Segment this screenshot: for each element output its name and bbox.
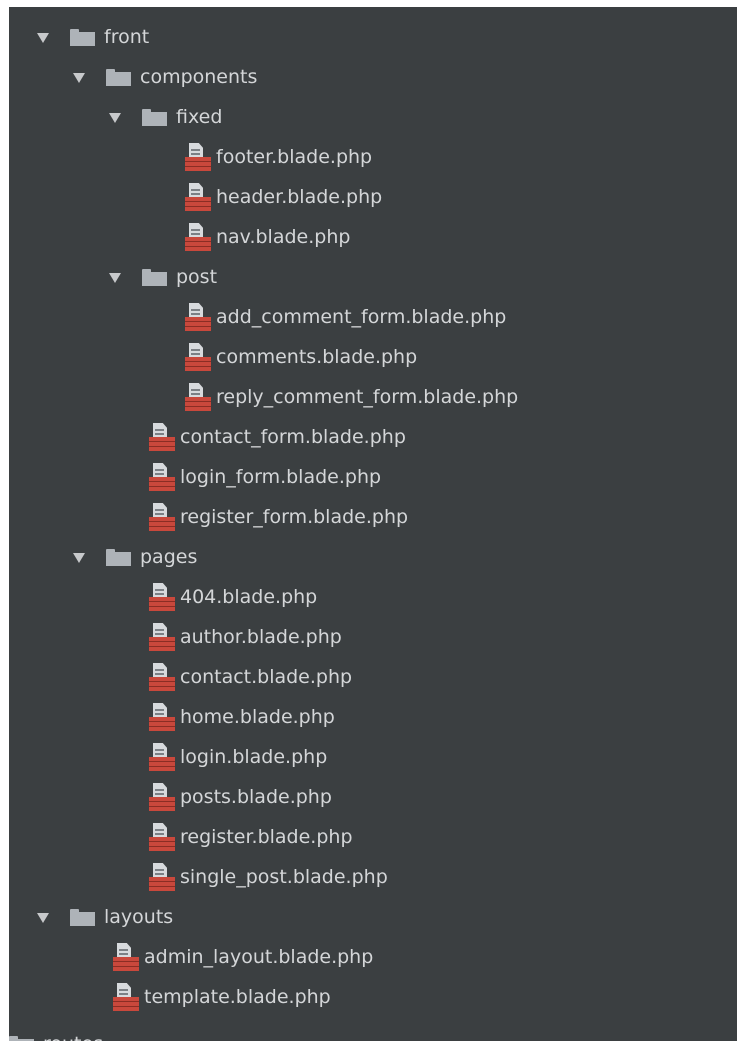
tree-label: login_form.blade.php bbox=[180, 466, 382, 488]
blade-file-icon bbox=[185, 303, 211, 331]
tree-folder-row[interactable]: front bbox=[37, 17, 149, 57]
blade-file-icon bbox=[149, 783, 175, 811]
tree-label: author.blade.php bbox=[180, 626, 342, 648]
tree-file-row[interactable]: contact_form.blade.php bbox=[149, 417, 406, 457]
tree-label: fixed bbox=[176, 106, 223, 128]
tree-file-row[interactable]: home.blade.php bbox=[149, 697, 335, 737]
project-tree: routes front components fixed footer.blade.… bbox=[9, 7, 737, 1041]
tree-label: reply_comment_form.blade.php bbox=[216, 386, 519, 408]
tree-file-row[interactable]: nav.blade.php bbox=[185, 217, 350, 257]
expand-arrow-icon[interactable] bbox=[109, 273, 121, 283]
blade-file-icon bbox=[185, 143, 211, 171]
expand-arrow-icon[interactable] bbox=[37, 33, 49, 43]
blade-file-icon bbox=[149, 863, 175, 891]
blade-file-icon bbox=[149, 463, 175, 491]
blade-file-icon bbox=[149, 623, 175, 651]
tree-label: layouts bbox=[104, 906, 174, 928]
blade-file-icon bbox=[185, 183, 211, 211]
expand-arrow-icon[interactable] bbox=[37, 913, 49, 923]
tree-file-row[interactable]: single_post.blade.php bbox=[149, 857, 388, 897]
blade-file-icon bbox=[185, 383, 211, 411]
tree-file-row[interactable]: add_comment_form.blade.php bbox=[185, 297, 506, 337]
blade-file-icon bbox=[149, 703, 175, 731]
tree-label: add_comment_form.blade.php bbox=[216, 306, 507, 328]
tree-label: footer.blade.php bbox=[216, 146, 373, 168]
tree-label: posts.blade.php bbox=[180, 786, 332, 808]
tree-file-row[interactable]: author.blade.php bbox=[149, 617, 342, 657]
folder-icon bbox=[142, 268, 167, 286]
folder-icon bbox=[142, 108, 167, 126]
tree-file-row[interactable]: header.blade.php bbox=[185, 177, 382, 217]
blade-file-icon bbox=[149, 583, 175, 611]
tree-file-row[interactable]: comments.blade.php bbox=[185, 337, 417, 377]
blade-file-icon bbox=[149, 663, 175, 691]
tree-file-row[interactable]: footer.blade.php bbox=[185, 137, 372, 177]
tree-folder-row[interactable]: layouts bbox=[37, 897, 173, 937]
tree-label: template.blade.php bbox=[144, 986, 331, 1008]
blade-file-icon bbox=[113, 943, 139, 971]
folder-icon bbox=[70, 908, 95, 926]
tree-label: contact_form.blade.php bbox=[180, 426, 406, 448]
blade-file-icon bbox=[149, 503, 175, 531]
blade-file-icon bbox=[149, 823, 175, 851]
tree-label: front bbox=[104, 26, 150, 48]
tree-folder-row[interactable]: pages bbox=[73, 537, 197, 577]
blade-file-icon bbox=[185, 223, 211, 251]
folder-icon bbox=[9, 1035, 34, 1041]
tree-label: login.blade.php bbox=[180, 746, 328, 768]
tree-label: routes bbox=[43, 1024, 103, 1041]
expand-arrow-icon[interactable] bbox=[73, 73, 85, 83]
tree-folder-row[interactable]: components bbox=[73, 57, 257, 97]
blade-file-icon bbox=[185, 343, 211, 371]
tree-label: comments.blade.php bbox=[216, 346, 418, 368]
expand-arrow-icon[interactable] bbox=[73, 553, 85, 563]
blade-file-icon bbox=[149, 423, 175, 451]
tree-file-row[interactable]: reply_comment_form.blade.php bbox=[185, 377, 518, 417]
tree-file-row[interactable]: register.blade.php bbox=[149, 817, 353, 857]
tree-label: register.blade.php bbox=[180, 826, 353, 848]
blade-file-icon bbox=[113, 983, 139, 1011]
expand-arrow-icon[interactable] bbox=[109, 113, 121, 123]
tree-label: nav.blade.php bbox=[216, 226, 351, 248]
tree-file-row[interactable]: posts.blade.php bbox=[149, 777, 332, 817]
tree-label: header.blade.php bbox=[216, 186, 383, 208]
tree-label: single_post.blade.php bbox=[180, 866, 388, 888]
tree-file-row[interactable]: login_form.blade.php bbox=[149, 457, 381, 497]
tree-file-row[interactable]: template.blade.php bbox=[113, 977, 331, 1017]
tree-file-row[interactable]: login.blade.php bbox=[149, 737, 327, 777]
tree-label: admin_layout.blade.php bbox=[144, 946, 374, 968]
folder-icon bbox=[106, 548, 131, 566]
tree-row-routes-partial[interactable]: routes bbox=[9, 1024, 103, 1041]
tree-label: register_form.blade.php bbox=[180, 506, 409, 528]
tree-label: contact.blade.php bbox=[180, 666, 353, 688]
tree-label: pages bbox=[140, 546, 198, 568]
tree-label: 404.blade.php bbox=[180, 586, 318, 608]
tree-folder-row[interactable]: post bbox=[109, 257, 217, 297]
tree-file-row[interactable]: 404.blade.php bbox=[149, 577, 317, 617]
tree-file-row[interactable]: register_form.blade.php bbox=[149, 497, 408, 537]
blade-file-icon bbox=[149, 743, 175, 771]
tree-label: home.blade.php bbox=[180, 706, 335, 728]
tree-file-row[interactable]: admin_layout.blade.php bbox=[113, 937, 373, 977]
tree-label: post bbox=[176, 266, 218, 288]
tree-file-row[interactable]: contact.blade.php bbox=[149, 657, 352, 697]
tree-folder-row[interactable]: fixed bbox=[109, 97, 222, 137]
folder-icon bbox=[70, 28, 95, 46]
folder-icon bbox=[106, 68, 131, 86]
tree-label: components bbox=[140, 66, 258, 88]
